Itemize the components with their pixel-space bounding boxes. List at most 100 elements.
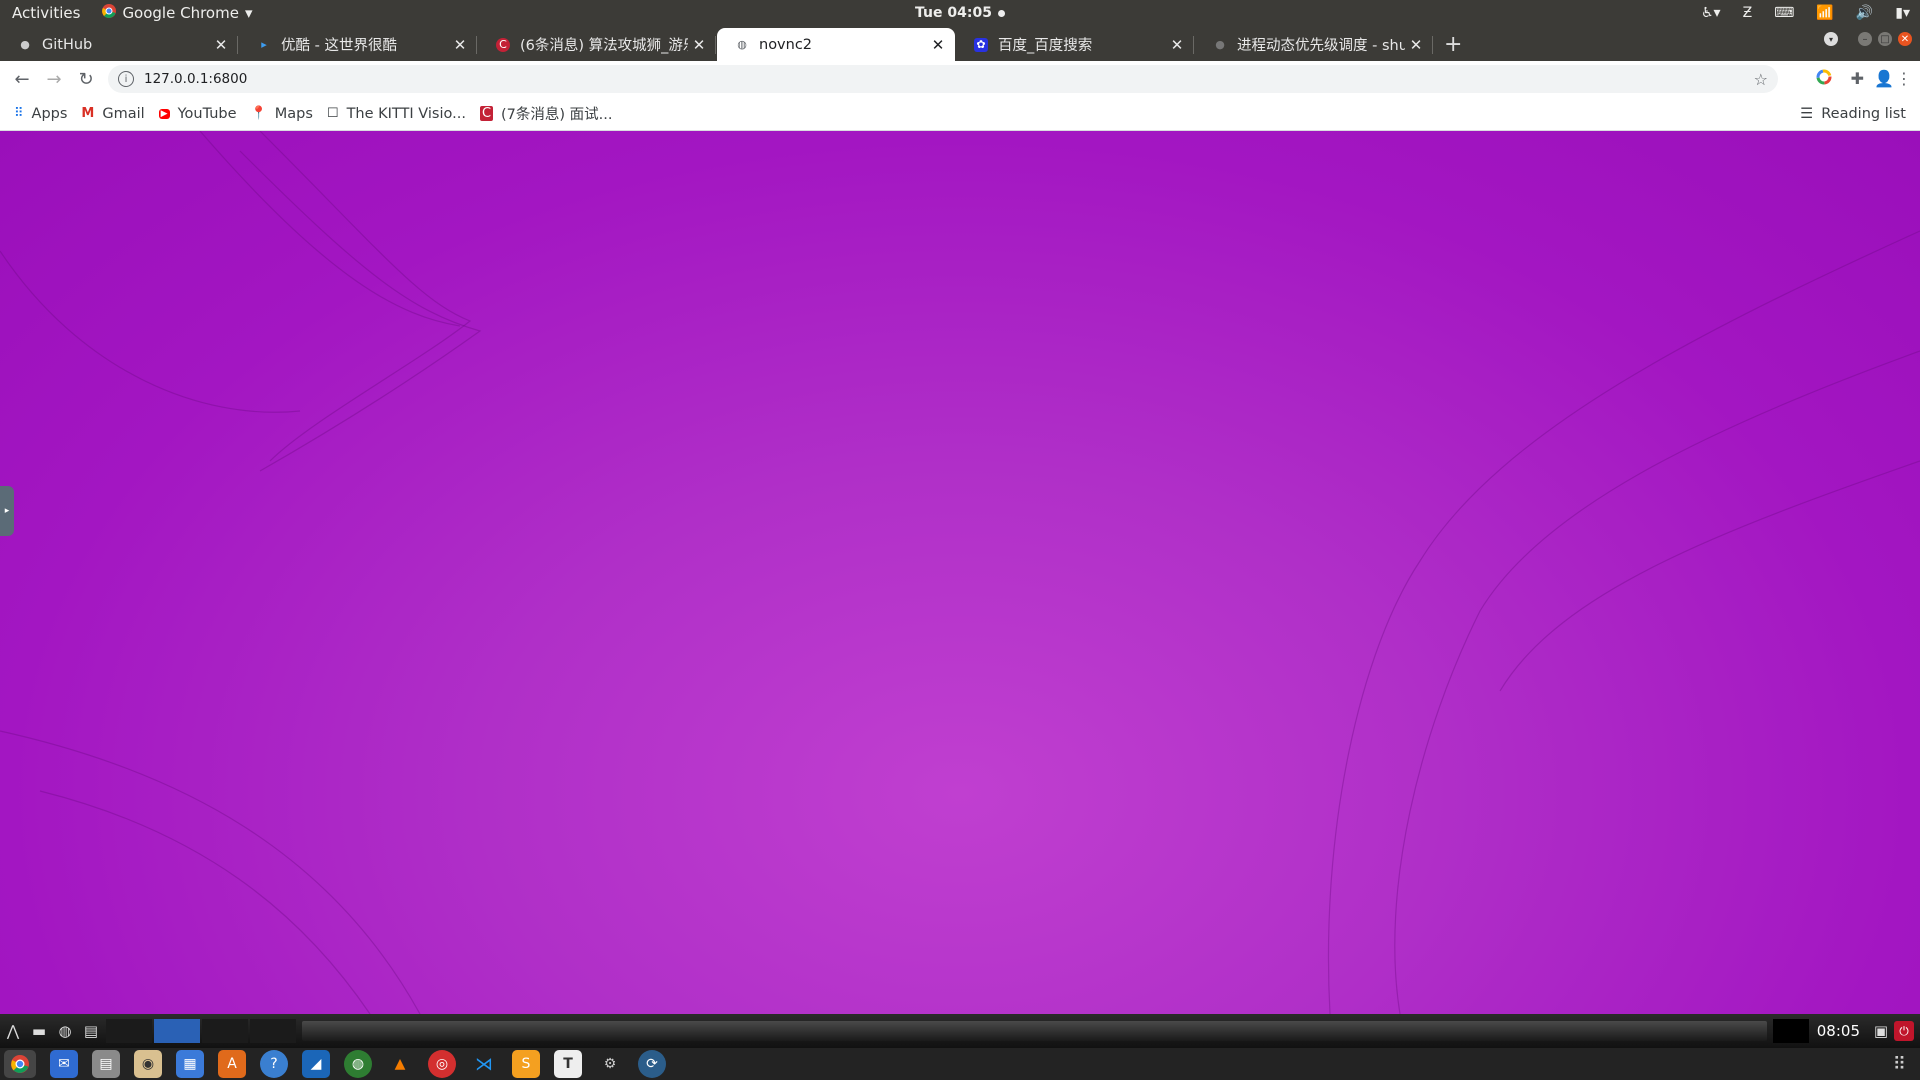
- github-icon: ●: [20, 38, 30, 51]
- close-icon[interactable]: ✕: [1166, 36, 1188, 54]
- url-text[interactable]: 127.0.0.1:6800: [144, 71, 247, 87]
- youtube-icon: ▶: [158, 108, 170, 119]
- bookmark-maps[interactable]: 📍 Maps: [251, 106, 313, 122]
- maximize-icon[interactable]: □: [1878, 32, 1892, 46]
- csdn-icon: C: [496, 37, 510, 52]
- activities-button[interactable]: Activities: [12, 4, 80, 22]
- tab-title: (6条消息) 算法攻城狮_游乐: [520, 38, 688, 54]
- forward-icon[interactable]: →: [38, 69, 70, 90]
- display-icon[interactable]: ▣: [1868, 1022, 1894, 1040]
- battery-icon[interactable]: ▮▾: [1895, 5, 1910, 21]
- tab-title: novnc2: [759, 36, 813, 53]
- tab-process-scheduling[interactable]: ● 进程动态优先级调度 - shu ✕: [1195, 28, 1433, 61]
- tab-csdn[interactable]: C (6条消息) 算法攻城狮_游乐 ✕: [478, 28, 716, 61]
- csdn-icon: C: [479, 106, 494, 121]
- sublime-icon[interactable]: S: [512, 1050, 540, 1078]
- bookmark-gmail[interactable]: M Gmail: [81, 106, 144, 122]
- reading-list-icon: ☰: [1800, 105, 1814, 122]
- close-icon[interactable]: ✕: [927, 36, 949, 54]
- volume-icon[interactable]: 🔊: [1856, 5, 1873, 21]
- profile-avatar-icon[interactable]: 👤: [1874, 69, 1894, 88]
- browser-toolbar: ← → ↻ i 127.0.0.1:6800 ☆ ✚ 👤 ⋮: [0, 61, 1920, 97]
- gnome-top-bar: Activities Google Chrome ▾ Tue 04:05 ♿▾ …: [0, 0, 1920, 26]
- help-icon[interactable]: ?: [260, 1050, 288, 1078]
- bookmark-youtube[interactable]: ▶ YouTube: [158, 105, 237, 122]
- workspace-2[interactable]: [154, 1019, 200, 1043]
- app-menu[interactable]: Google Chrome ▾: [102, 4, 252, 22]
- wifi-icon[interactable]: 📶: [1816, 5, 1833, 21]
- globe-app-icon[interactable]: ◍: [344, 1050, 372, 1078]
- update-icon[interactable]: ⟳: [638, 1050, 666, 1078]
- minimize-icon[interactable]: –: [1858, 32, 1872, 46]
- tab-title: GitHub: [42, 36, 93, 53]
- bookmark-label: Gmail: [102, 105, 145, 122]
- baidu-icon: ✿: [974, 37, 988, 52]
- bookmark-kitti[interactable]: ☐ The KITTI Visio...: [327, 106, 466, 122]
- zotero-icon[interactable]: Ƶ: [1743, 5, 1753, 21]
- bookmark-label: Apps: [31, 105, 68, 122]
- vscode-icon[interactable]: ⋊: [470, 1050, 498, 1078]
- remote-top-panel: ⋀ ▬ ◍ ▤ 08:05 ▣ ⏻: [0, 1014, 1920, 1048]
- minimize-all-icon[interactable]: ▬: [26, 1022, 52, 1040]
- extensions-puzzle-icon[interactable]: ✚: [1851, 69, 1864, 88]
- netease-music-icon[interactable]: ◎: [428, 1050, 456, 1078]
- keyboard-icon[interactable]: ⌨: [1774, 5, 1794, 21]
- workspace-4[interactable]: [250, 1019, 296, 1043]
- bookmark-label: Maps: [274, 105, 313, 122]
- close-icon[interactable]: ✕: [688, 36, 710, 54]
- chrome-launcher-icon[interactable]: [4, 1050, 36, 1078]
- bookmark-star-icon[interactable]: ☆: [1754, 70, 1768, 89]
- software-center-icon[interactable]: A: [218, 1050, 246, 1078]
- window-controls: ▾ – □ ✕: [1824, 32, 1912, 46]
- accessibility-icon[interactable]: ♿▾: [1701, 5, 1721, 21]
- tab-youku[interactable]: ▸ 优酷 - 这世界很酷 ✕: [239, 28, 477, 61]
- typora-icon[interactable]: T: [554, 1050, 582, 1078]
- tab-search-icon[interactable]: ▾: [1824, 32, 1838, 46]
- writer-icon[interactable]: ▦: [176, 1050, 204, 1078]
- thunderbird-icon[interactable]: ✉: [50, 1050, 78, 1078]
- bookmarks-bar: ⠿ Apps M Gmail ▶ YouTube 📍 Maps ☐ The KI…: [0, 97, 1920, 131]
- tab-baidu[interactable]: ✿ 百度_百度搜索 ✕: [956, 28, 1194, 61]
- novnc-sidebar-handle[interactable]: ▸: [0, 486, 14, 536]
- menu-logo-icon[interactable]: ⋀: [0, 1022, 26, 1040]
- show-apps-grid-icon[interactable]: ⠿: [1893, 1054, 1906, 1075]
- reading-list-label: Reading list: [1821, 105, 1906, 122]
- back-icon[interactable]: ←: [6, 69, 38, 90]
- workspace-1[interactable]: [106, 1019, 152, 1043]
- network-globe-icon[interactable]: ◍: [52, 1022, 78, 1040]
- reading-list-button[interactable]: ☰ Reading list: [1800, 106, 1906, 122]
- taskbar-area: [302, 1021, 1767, 1041]
- reload-icon[interactable]: ↻: [70, 69, 102, 90]
- tab-github[interactable]: ● GitHub ✕: [0, 28, 238, 61]
- settings-gear-icon[interactable]: ⚙: [596, 1050, 624, 1078]
- tab-title: 优酷 - 这世界很酷: [281, 38, 397, 54]
- power-icon[interactable]: ⏻: [1894, 1021, 1914, 1041]
- site-info-icon[interactable]: i: [118, 71, 134, 87]
- chevron-down-icon: ▾: [244, 4, 253, 22]
- close-icon[interactable]: ✕: [1405, 36, 1427, 54]
- address-bar[interactable]: i 127.0.0.1:6800 ☆: [108, 65, 1778, 93]
- apps-grid-icon: ⠿: [14, 106, 24, 121]
- page-icon: ☐: [326, 106, 339, 121]
- workspace-3[interactable]: [202, 1019, 248, 1043]
- extension-colorful-icon[interactable]: [1816, 69, 1832, 89]
- close-icon[interactable]: ✕: [210, 36, 232, 54]
- clock-label: Tue 04:05: [915, 5, 992, 21]
- rhythmbox-icon[interactable]: ◉: [134, 1050, 162, 1078]
- tab-novnc2[interactable]: ◍ novnc2 ✕: [717, 28, 955, 61]
- remote-clock[interactable]: 08:05: [1817, 1022, 1860, 1040]
- remote-desktop-canvas[interactable]: ▸: [0, 131, 1920, 1014]
- close-icon[interactable]: ✕: [449, 36, 471, 54]
- more-menu-icon[interactable]: ⋮: [1896, 69, 1912, 88]
- gmail-icon: M: [81, 106, 95, 121]
- top-clock[interactable]: Tue 04:05: [915, 5, 1005, 21]
- bookmark-apps[interactable]: ⠿ Apps: [14, 106, 67, 122]
- new-tab-button[interactable]: +: [1444, 32, 1462, 57]
- vlc-icon[interactable]: ▲: [386, 1050, 414, 1078]
- bookmark-label: YouTube: [177, 105, 237, 122]
- window-close-icon[interactable]: ✕: [1898, 32, 1912, 46]
- file-manager-icon[interactable]: ▤: [92, 1050, 120, 1078]
- windows-icon[interactable]: ▤: [78, 1022, 104, 1040]
- bookmark-csdn[interactable]: C (7条消息) 面试...: [479, 103, 613, 124]
- wireshark-icon[interactable]: ◢: [302, 1050, 330, 1078]
